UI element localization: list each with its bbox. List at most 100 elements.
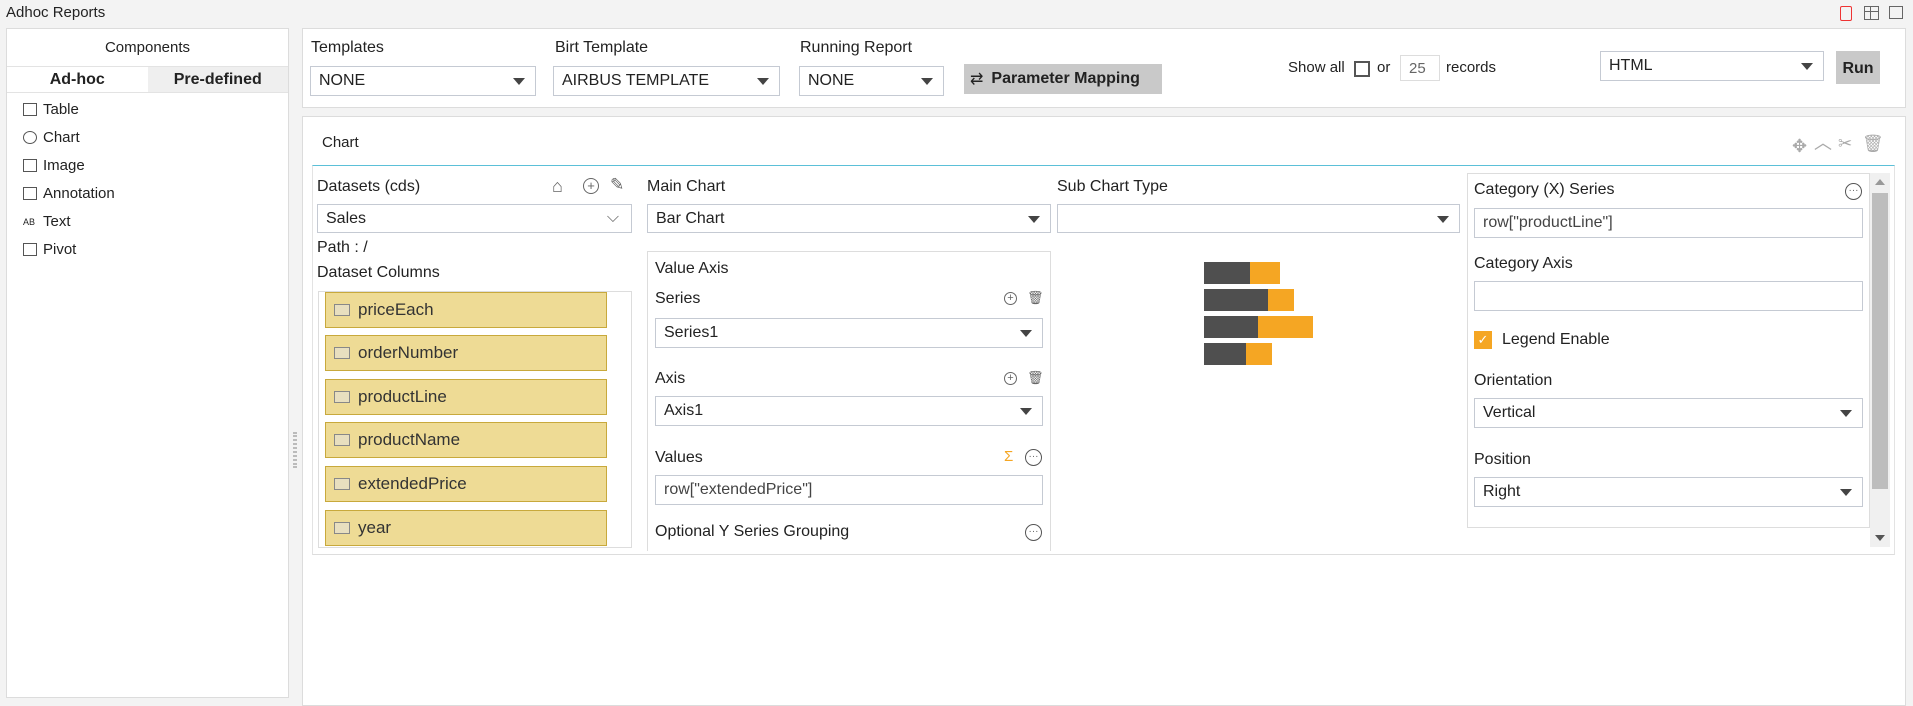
column-item[interactable]: productName: [325, 422, 607, 458]
dataset-columns-list[interactable]: priceEach orderNumber productLine produc…: [318, 291, 632, 548]
comment-icon[interactable]: [1889, 6, 1903, 19]
components-sidebar: Components Ad-hoc Pre-defined Table Char…: [6, 28, 289, 698]
records-input[interactable]: 25: [1400, 55, 1440, 81]
tools-icon[interactable]: ✂: [1838, 135, 1852, 152]
resize-handle[interactable]: [293, 432, 297, 468]
column-item[interactable]: extendedPrice: [325, 466, 607, 502]
birt-template-label: Birt Template: [555, 39, 649, 56]
column-item[interactable]: orderNumber: [325, 335, 607, 371]
select-value: Series1: [664, 324, 719, 341]
edit-icon[interactable]: ✎: [610, 176, 624, 193]
bar-dark: [1204, 343, 1246, 365]
image-icon: [23, 159, 37, 172]
sidebar-item-image[interactable]: Image: [23, 157, 85, 174]
sidebar-item-text[interactable]: AB Text: [23, 213, 71, 230]
templates-select[interactable]: NONE: [310, 66, 536, 96]
values-label: Values: [655, 449, 703, 466]
category-scrollbar[interactable]: [1870, 173, 1890, 547]
select-value: NONE: [319, 72, 366, 89]
running-report-select[interactable]: NONE: [799, 66, 944, 96]
chart-panel-title: Chart: [322, 134, 359, 151]
sidebar-item-chart[interactable]: Chart: [23, 129, 80, 146]
tab-pre-defined[interactable]: Pre-defined: [147, 67, 288, 92]
move-icon[interactable]: ✥: [1792, 137, 1807, 155]
table-icon[interactable]: [1864, 6, 1879, 20]
bar-orange: [1258, 316, 1313, 338]
column-icon: [334, 434, 350, 446]
select-value: Right: [1483, 483, 1521, 500]
more-icon[interactable]: ···: [1025, 524, 1042, 541]
sidebar-item-label: Image: [43, 157, 85, 174]
output-format-select[interactable]: HTML: [1600, 51, 1824, 81]
sidebar-item-label: Text: [43, 213, 71, 230]
add-icon[interactable]: +: [583, 178, 599, 194]
sidebar-item-table[interactable]: Table: [23, 101, 79, 118]
main-chart-select[interactable]: Bar Chart: [647, 204, 1051, 233]
dropdown-arrow-icon: [513, 78, 525, 85]
datasets-label: Datasets (cds): [317, 178, 421, 195]
sub-chart-select[interactable]: [1057, 204, 1460, 233]
dropdown-arrow-icon: [1840, 410, 1852, 417]
parameter-mapping-button[interactable]: ⇄ Parameter Mapping: [964, 64, 1162, 94]
column-icon: [334, 522, 350, 534]
scroll-up-icon[interactable]: [1875, 179, 1885, 185]
dropdown-arrow-icon: [1020, 330, 1032, 337]
category-axis-input[interactable]: [1474, 281, 1863, 311]
sub-chart-label: Sub Chart Type: [1057, 178, 1168, 195]
scroll-down-icon[interactable]: [1875, 535, 1885, 541]
column-icon: [334, 347, 350, 359]
dropdown-arrow-icon: [1437, 215, 1449, 223]
bar-dark: [1204, 262, 1250, 284]
sum-icon[interactable]: Σ: [1004, 449, 1013, 464]
delete-series-icon[interactable]: 🗑: [1027, 291, 1044, 304]
templates-label: Templates: [311, 39, 384, 56]
more-icon[interactable]: ···: [1845, 183, 1862, 200]
trash-icon[interactable]: 🗑: [1862, 135, 1884, 152]
collapse-icon[interactable]: ︿: [1814, 134, 1832, 152]
home-icon[interactable]: ⌂: [552, 177, 563, 195]
birt-template-select[interactable]: AIRBUS TEMPLATE: [553, 66, 780, 96]
dropdown-arrow-icon: [1028, 215, 1040, 223]
column-item[interactable]: priceEach: [325, 292, 607, 328]
dropdown-arrow-icon: [1840, 489, 1852, 496]
axis-select[interactable]: Axis1: [655, 396, 1043, 426]
category-series-input[interactable]: row["productLine"]: [1474, 208, 1863, 238]
select-value: AIRBUS TEMPLATE: [562, 72, 709, 89]
more-icon[interactable]: ···: [1025, 449, 1042, 466]
column-name: year: [358, 518, 392, 537]
dropdown-arrow-icon: [757, 78, 769, 85]
sidebar-item-label: Annotation: [43, 185, 115, 202]
position-label: Position: [1474, 451, 1531, 468]
axis-label: Axis: [655, 370, 686, 387]
delete-axis-icon[interactable]: 🗑: [1027, 371, 1044, 384]
series-select[interactable]: Series1: [655, 318, 1043, 348]
column-name: productLine: [358, 387, 447, 406]
orientation-select[interactable]: Vertical: [1474, 398, 1863, 428]
column-item[interactable]: productLine: [325, 379, 607, 415]
save-icon[interactable]: [1840, 6, 1852, 21]
tab-ad-hoc[interactable]: Ad-hoc: [7, 67, 148, 92]
scrollbar-thumb[interactable]: [1872, 193, 1888, 489]
column-item[interactable]: year: [325, 510, 607, 546]
select-value: Sales: [326, 209, 367, 227]
dropdown-arrow-icon: [1020, 408, 1032, 415]
chart-icon: [23, 131, 37, 144]
legend-enable-label: Legend Enable: [1502, 331, 1610, 348]
select-value: NONE: [808, 72, 855, 89]
values-input[interactable]: row["extendedPrice"]: [655, 475, 1043, 505]
sidebar-item-annotation[interactable]: Annotation: [23, 185, 115, 202]
select-value: HTML: [1609, 57, 1653, 74]
bar-orange: [1246, 343, 1272, 365]
dataset-select[interactable]: Sales ⌵: [317, 204, 632, 233]
sidebar-item-label: Table: [43, 101, 79, 118]
column-icon: [334, 478, 350, 490]
add-axis-icon[interactable]: +: [1004, 372, 1017, 385]
or-label: or: [1377, 59, 1391, 76]
run-button[interactable]: Run: [1836, 51, 1880, 84]
sidebar-item-pivot[interactable]: Pivot: [23, 241, 76, 258]
add-series-icon[interactable]: +: [1004, 292, 1017, 305]
show-all-checkbox[interactable]: [1354, 61, 1370, 77]
bar-dark: [1204, 289, 1268, 311]
legend-enable-checkbox[interactable]: ✓: [1474, 331, 1492, 349]
position-select[interactable]: Right: [1474, 477, 1863, 507]
